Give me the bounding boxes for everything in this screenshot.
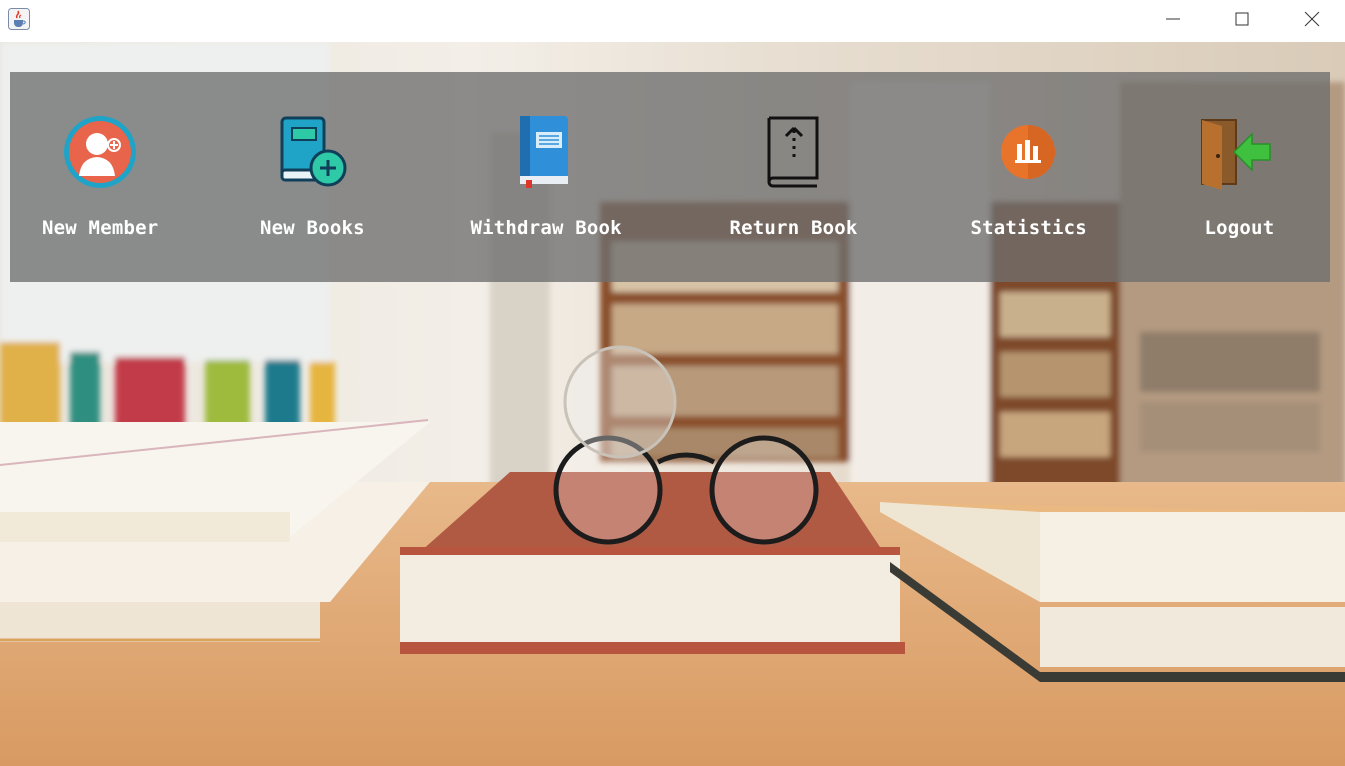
statistics-button[interactable]: Statistics: [966, 72, 1091, 282]
minimize-icon: [1166, 18, 1180, 20]
maximize-icon: [1235, 12, 1249, 26]
withdraw-book-label: Withdraw Book: [470, 217, 622, 239]
main-menu-panel: [10, 72, 1330, 282]
add-user-icon: [60, 112, 140, 192]
return-book-icon: [754, 112, 834, 192]
logout-button[interactable]: Logout: [1192, 72, 1287, 282]
new-books-label: New Books: [260, 217, 365, 239]
return-book-label: Return Book: [729, 217, 858, 239]
java-cup-icon[interactable]: [8, 8, 30, 30]
withdraw-book-button[interactable]: Withdraw Book: [466, 72, 626, 282]
new-books-button[interactable]: New Books: [250, 72, 375, 282]
statistics-label: Statistics: [970, 217, 1087, 239]
new-member-label: New Member: [42, 217, 159, 239]
minimize-button[interactable]: [1138, 0, 1208, 38]
logout-door-icon: [1196, 112, 1276, 192]
new-member-button[interactable]: New Member: [30, 72, 170, 282]
close-button[interactable]: [1277, 0, 1345, 38]
logout-label: Logout: [1204, 217, 1275, 239]
title-bar: [0, 0, 1345, 42]
return-book-button[interactable]: Return Book: [726, 72, 861, 282]
maximize-button[interactable]: [1207, 0, 1277, 38]
book-icon: [504, 112, 584, 192]
close-icon: [1304, 11, 1320, 27]
bar-chart-icon: [988, 112, 1068, 192]
add-book-icon: [272, 112, 352, 192]
